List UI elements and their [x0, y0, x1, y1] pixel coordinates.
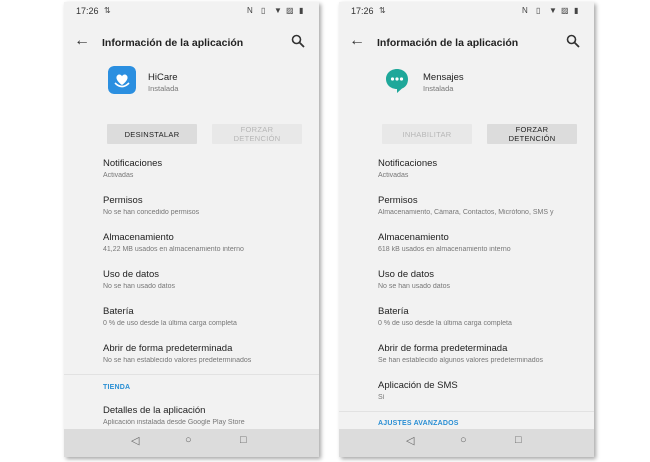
search-icon[interactable] — [291, 34, 305, 48]
back-arrow-icon[interactable]: ← — [349, 32, 365, 50]
page-title: Información de la aplicación — [377, 37, 519, 49]
signal-arrows-icon: ⇅ — [379, 6, 386, 15]
row-subtitle: 0 % de uso desde la última carga complet… — [103, 320, 237, 327]
row-subtitle: 618 kB usados en almacenamiento interno — [378, 246, 511, 253]
row-subtitle: Activadas — [103, 172, 134, 179]
battery-icon: ▮ — [574, 6, 579, 15]
phone-screen-hicare: 17:26 ⇅ N ▯ ▼ ▨ ▮ ← Información de la ap… — [64, 2, 319, 457]
home-circle-icon[interactable]: ○ — [185, 434, 192, 446]
row-title: Uso de datos — [378, 269, 434, 280]
row-title: Almacenamiento — [378, 232, 449, 243]
row-title: Detalles de la aplicación — [103, 405, 206, 416]
back-arrow-icon[interactable]: ← — [74, 32, 90, 50]
messages-app-icon — [386, 69, 408, 93]
back-triangle-icon[interactable]: ◁ — [406, 434, 414, 447]
row-subtitle: 41,22 MB usados en almacenamiento intern… — [103, 246, 244, 253]
row-title: Abrir de forma predeterminada — [378, 343, 508, 354]
row-title: Aplicación de SMS — [378, 380, 458, 391]
row-subtitle: No se han usado datos — [378, 283, 450, 290]
nfc-icon: N — [247, 6, 253, 15]
no-sim-icon: ▨ — [561, 6, 569, 15]
row-almacenamiento[interactable]: Almacenamiento 618 kB usados en almacena… — [378, 232, 586, 262]
force-stop-button[interactable]: FORZAR DETENCIÓN — [212, 124, 302, 144]
row-title: Batería — [103, 306, 134, 317]
row-almacenamiento[interactable]: Almacenamiento 41,22 MB usados en almace… — [103, 232, 311, 262]
section-header-tienda: TIENDA — [103, 384, 131, 391]
page-title: Información de la aplicación — [102, 37, 244, 49]
disable-button-label: INHABILITAR — [402, 129, 452, 139]
row-uso-de-datos[interactable]: Uso de datos No se han usado datos — [103, 269, 311, 299]
row-title: Permisos — [378, 195, 418, 206]
status-bar: 17:26 ⇅ N ▯ ▼ ▨ ▮ — [64, 2, 319, 20]
nfc-icon: N — [522, 6, 528, 15]
force-stop-button[interactable]: FORZAR DETENCIÓN — [487, 124, 577, 144]
app-bar: ← Información de la aplicación — [339, 32, 594, 56]
row-title: Notificaciones — [103, 158, 163, 169]
app-name: HiCare — [148, 72, 178, 83]
section-divider — [64, 374, 319, 375]
row-subtitle: No se han establecido valores predetermi… — [103, 357, 252, 364]
wifi-icon: ▼ — [274, 6, 282, 15]
navigation-bar: ◁ ○ □ — [339, 429, 594, 457]
row-notificaciones[interactable]: Notificaciones Activadas — [103, 158, 311, 188]
row-bateria[interactable]: Batería 0 % de uso desde la última carga… — [103, 306, 311, 336]
uninstall-button[interactable]: DESINSTALAR — [107, 124, 197, 144]
row-notificaciones[interactable]: Notificaciones Activadas — [378, 158, 586, 188]
phone-screen-mensajes: 17:26 ⇅ N ▯ ▼ ▨ ▮ ← Información de la ap… — [339, 2, 594, 457]
status-bar: 17:26 ⇅ N ▯ ▼ ▨ ▮ — [339, 2, 594, 20]
row-subtitle: Se han establecido algunos valores prede… — [378, 357, 543, 364]
hicare-app-icon — [108, 66, 136, 94]
recents-square-icon[interactable]: □ — [515, 434, 522, 446]
battery-icon: ▮ — [299, 6, 304, 15]
row-subtitle: Sí — [378, 394, 385, 401]
section-divider — [339, 411, 594, 412]
status-time: 17:26 — [76, 6, 99, 16]
row-abrir-predeterminada[interactable]: Abrir de forma predeterminada Se han est… — [378, 343, 586, 373]
app-install-status: Instalada — [423, 84, 454, 93]
row-aplicacion-sms[interactable]: Aplicación de SMS Sí — [378, 380, 586, 410]
app-bar: ← Información de la aplicación — [64, 32, 319, 56]
row-title: Uso de datos — [103, 269, 159, 280]
force-stop-button-label: FORZAR DETENCIÓN — [508, 125, 556, 143]
app-name: Mensajes — [423, 72, 464, 83]
row-abrir-predeterminada[interactable]: Abrir de forma predeterminada No se han … — [103, 343, 311, 373]
recents-square-icon[interactable]: □ — [240, 434, 247, 446]
status-time: 17:26 — [351, 6, 374, 16]
navigation-bar: ◁ ○ □ — [64, 429, 319, 457]
row-uso-de-datos[interactable]: Uso de datos No se han usado datos — [378, 269, 586, 299]
row-title: Notificaciones — [378, 158, 438, 169]
section-header-ajustes-avanzados[interactable]: AJUSTES AVANZADOS — [378, 420, 459, 427]
row-title: Permisos — [103, 195, 143, 206]
force-stop-button-label: FORZAR DETENCIÓN — [233, 125, 281, 143]
row-title: Almacenamiento — [103, 232, 174, 243]
row-subtitle: No se han concedido permisos — [103, 209, 200, 216]
row-permisos[interactable]: Permisos Almacenamiento, Cámara, Contact… — [378, 195, 586, 225]
vibrate-icon: ▯ — [261, 6, 266, 15]
back-triangle-icon[interactable]: ◁ — [131, 434, 139, 447]
row-permisos[interactable]: Permisos No se han concedido permisos — [103, 195, 311, 225]
app-install-status: Instalada — [148, 84, 179, 93]
row-title: Abrir de forma predeterminada — [103, 343, 233, 354]
search-icon[interactable] — [566, 34, 580, 48]
no-sim-icon: ▨ — [286, 6, 294, 15]
signal-arrows-icon: ⇅ — [104, 6, 111, 15]
row-subtitle: 0 % de uso desde la última carga complet… — [378, 320, 512, 327]
row-title: Batería — [378, 306, 409, 317]
uninstall-button-label: DESINSTALAR — [124, 129, 180, 139]
row-subtitle: Almacenamiento, Cámara, Contactos, Micró… — [378, 209, 554, 216]
row-subtitle: No se han usado datos — [103, 283, 175, 290]
vibrate-icon: ▯ — [536, 6, 541, 15]
row-bateria[interactable]: Batería 0 % de uso desde la última carga… — [378, 306, 586, 336]
row-subtitle: Aplicación instalada desde Google Play S… — [103, 419, 245, 426]
wifi-icon: ▼ — [549, 6, 557, 15]
disable-button[interactable]: INHABILITAR — [382, 124, 472, 144]
home-circle-icon[interactable]: ○ — [460, 434, 467, 446]
row-subtitle: Activadas — [378, 172, 409, 179]
